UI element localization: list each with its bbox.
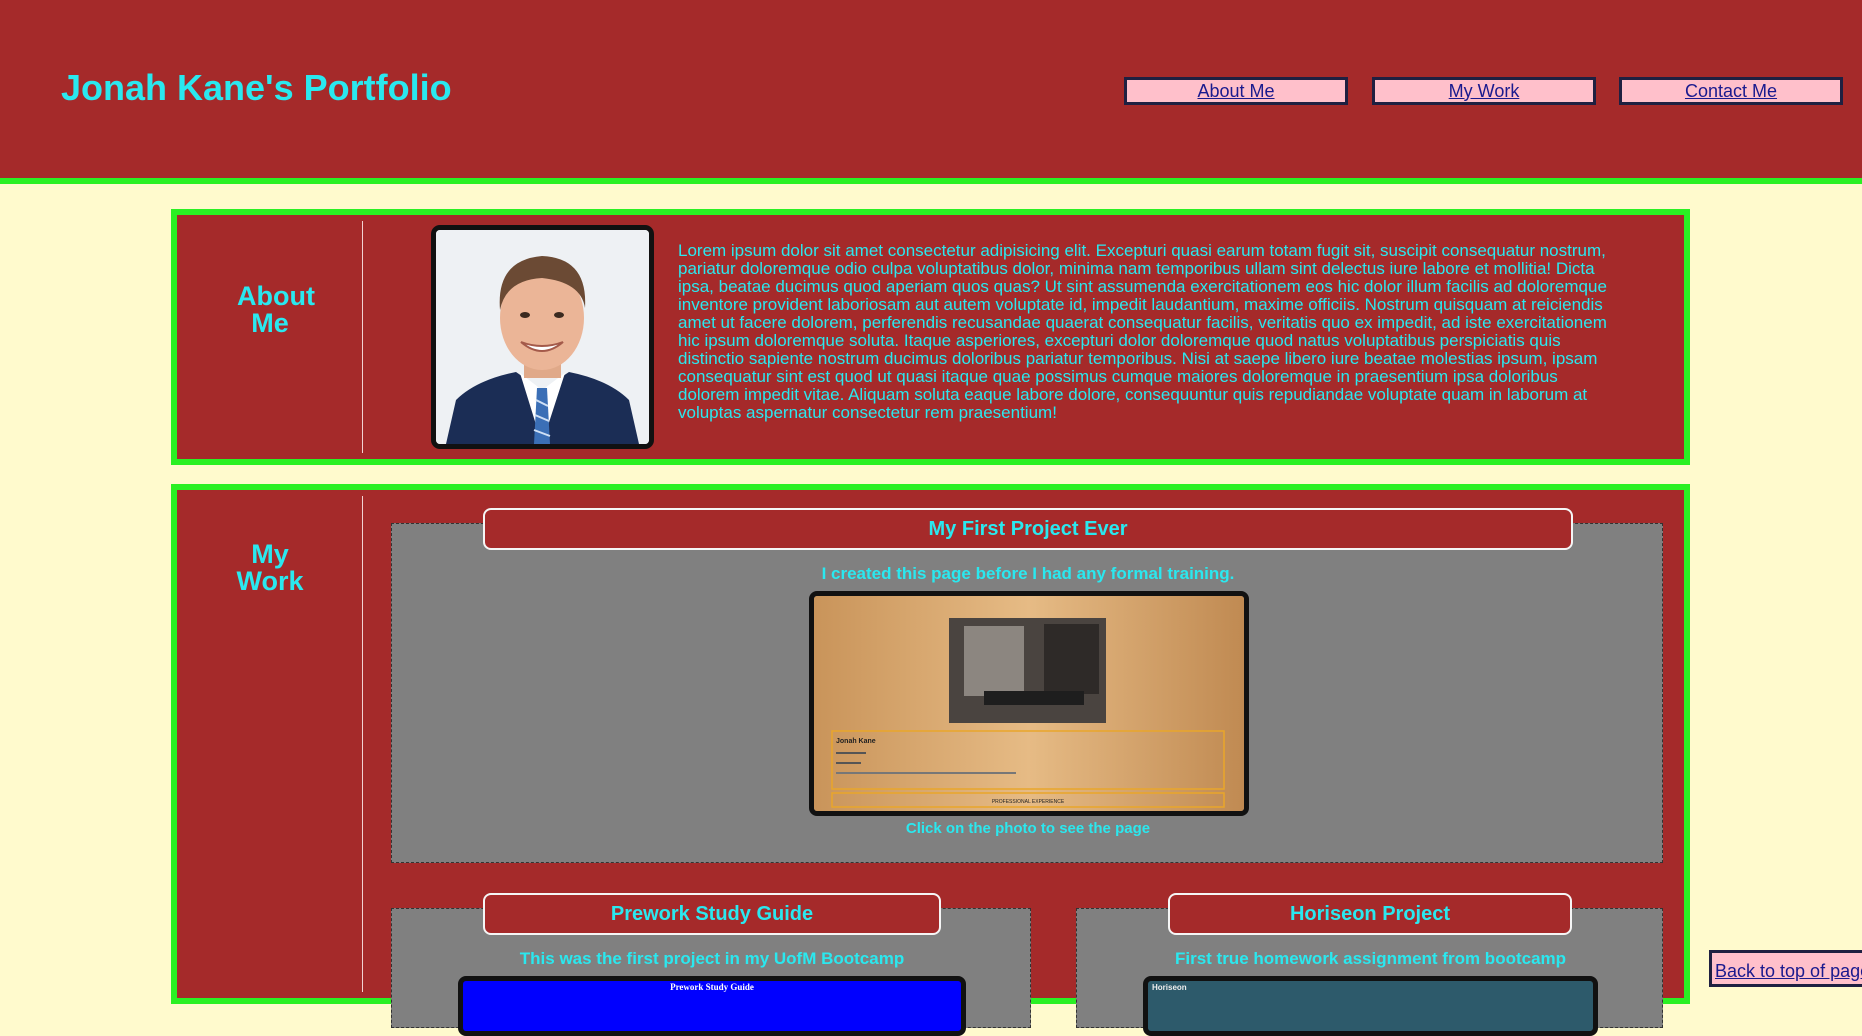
- work-heading: My Work: [177, 541, 363, 595]
- project-desc-prework: This was the first project in my UofM Bo…: [519, 949, 905, 968]
- profile-photo: [431, 225, 654, 449]
- nav-contact-me[interactable]: Contact Me: [1619, 77, 1843, 105]
- work-section: My Work My First Project Ever I created …: [171, 484, 1690, 1036]
- main-nav: About Me My Work Contact Me: [0, 77, 1862, 105]
- about-heading: About Me: [177, 283, 363, 337]
- about-heading-column: About Me: [177, 221, 363, 453]
- project-thumb-prework[interactable]: Prework Study Guide: [458, 976, 966, 1036]
- project-title-prework: Prework Study Guide: [483, 893, 941, 935]
- profile-photo-illustration: [436, 230, 649, 444]
- project-title-first: My First Project Ever: [483, 508, 1573, 550]
- work-heading-column: My Work: [177, 496, 363, 992]
- project-card-prework: Prework Study Guide This was the first p…: [391, 893, 1031, 1036]
- thumb-section-text: PROFESSIONAL EXPERIENCE: [992, 799, 1065, 805]
- about-section: About Me Lorem ipsum dolor sit amet cons…: [171, 209, 1690, 465]
- project-title-horiseon: Horiseon Project: [1168, 893, 1572, 935]
- project-desc-first: I created this page before I had any for…: [821, 564, 1235, 583]
- nav-about-me[interactable]: About Me: [1124, 77, 1348, 105]
- project-desc-horiseon: First true homework assignment from boot…: [1174, 949, 1567, 968]
- about-heading-line1: About: [237, 281, 315, 311]
- about-heading-line2: Me: [251, 308, 289, 338]
- project-thumb-horiseon[interactable]: Horiseon: [1143, 976, 1598, 1036]
- project-thumb-first-image: Jonah Kane PROFESSIONAL EXPERIENCE: [814, 596, 1244, 811]
- project-note-first: Click on the photo to see the page: [905, 820, 1151, 837]
- thumb-name-text: Jonah Kane: [836, 738, 876, 745]
- site-header: Jonah Kane's Portfolio About Me My Work …: [0, 0, 1862, 184]
- project-card-horiseon: Horiseon Project First true homework ass…: [1076, 893, 1663, 1036]
- project-card-first: My First Project Ever I created this pag…: [391, 508, 1663, 863]
- nav-my-work[interactable]: My Work: [1372, 77, 1596, 105]
- about-text: Lorem ipsum dolor sit amet consectetur a…: [678, 241, 1607, 422]
- project-thumb-first[interactable]: Jonah Kane PROFESSIONAL EXPERIENCE: [809, 591, 1249, 816]
- work-heading-line2: Work: [236, 566, 304, 596]
- work-heading-line1: My: [251, 539, 289, 569]
- back-to-top-button[interactable]: Back to top of page: [1709, 950, 1862, 987]
